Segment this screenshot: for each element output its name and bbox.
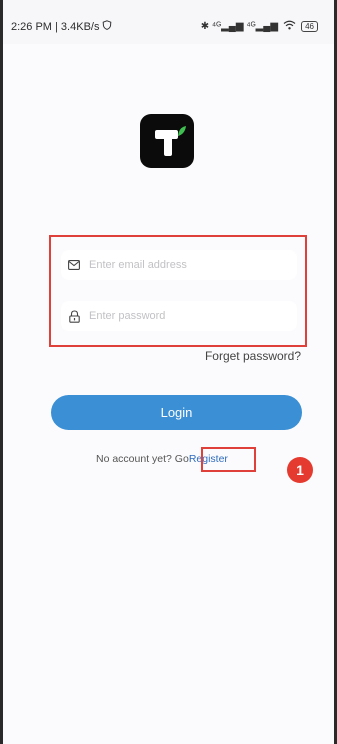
- status-left: 2:26 PM | 3.4KB/s: [11, 20, 112, 33]
- wifi-icon: [283, 20, 296, 33]
- signal-indicators: ✱ ⁴ᴳ▂▄▆ ⁴ᴳ▂▄▆: [200, 21, 279, 32]
- app-logo: [140, 114, 194, 168]
- phone-screen: 2:26 PM | 3.4KB/s ✱ ⁴ᴳ▂▄▆ ⁴ᴳ▂▄▆ 46 Enter…: [0, 0, 337, 744]
- register-annotation-number: 1: [287, 457, 313, 483]
- register-annotation-box: [201, 447, 256, 472]
- status-bar: 2:26 PM | 3.4KB/s ✱ ⁴ᴳ▂▄▆ ⁴ᴳ▂▄▆ 46: [3, 0, 334, 44]
- envelope-icon: [67, 258, 81, 272]
- forget-password-link[interactable]: Forget password?: [205, 349, 301, 363]
- battery-icon: 46: [301, 21, 318, 32]
- password-input[interactable]: [89, 310, 279, 322]
- email-field[interactable]: [61, 250, 297, 280]
- status-time: 2:26 PM | 3.4KB/s: [11, 20, 100, 33]
- status-indicators: ✱ ⁴ᴳ▂▄▆ ⁴ᴳ▂▄▆ 46: [201, 20, 318, 33]
- no-account-text: No account yet? Go: [96, 453, 189, 465]
- password-field[interactable]: [61, 301, 297, 331]
- email-input[interactable]: [89, 259, 279, 271]
- t-leaf-logo-icon: [155, 126, 186, 156]
- lock-icon: [67, 309, 81, 323]
- shield-icon: [102, 20, 112, 33]
- login-button[interactable]: Login: [51, 395, 302, 430]
